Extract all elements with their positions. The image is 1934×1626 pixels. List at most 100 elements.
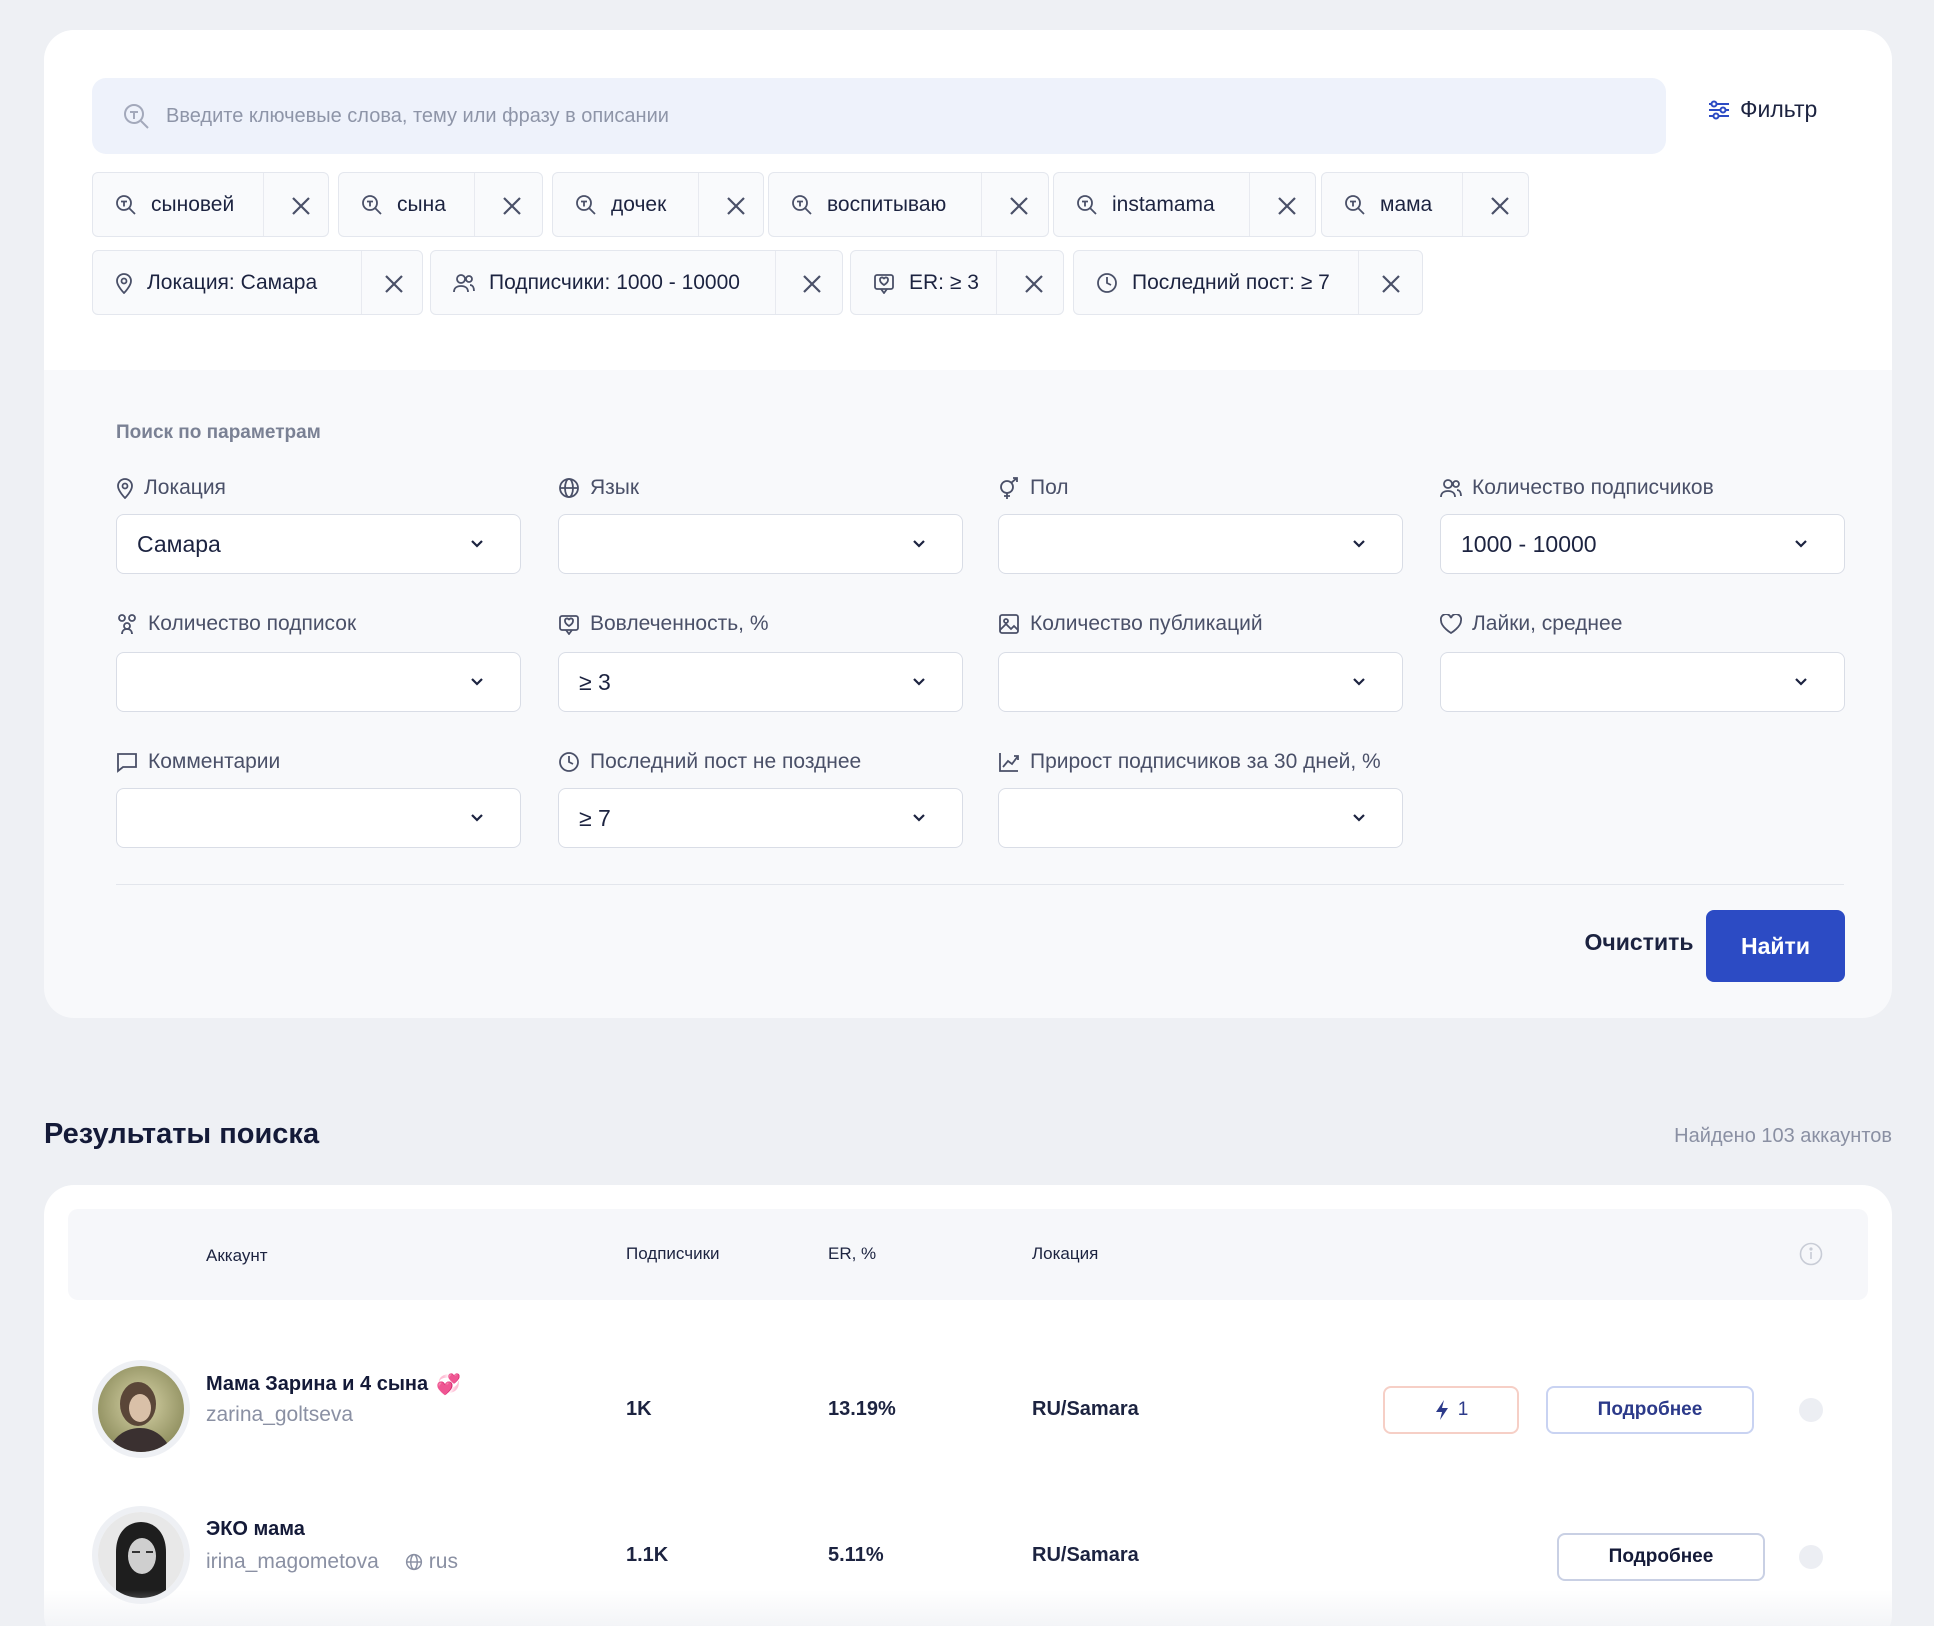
column-header-er[interactable]: ER, %	[828, 1244, 876, 1264]
gender-select[interactable]	[998, 514, 1403, 574]
search-placeholder: Введите ключевые слова, тему или фразу в…	[166, 104, 669, 127]
field-label-posts: Количество публикаций	[998, 612, 1263, 636]
keyword-chip: мама	[1321, 172, 1529, 237]
field-label-followers: Количество подписчиков	[1440, 476, 1714, 500]
chevron-down-icon	[1352, 677, 1366, 686]
keyword-chip: сыновей	[92, 172, 329, 237]
close-icon[interactable]	[1008, 195, 1030, 217]
globe-icon	[405, 1553, 423, 1571]
likes-select[interactable]	[1440, 652, 1845, 712]
field-label-location: Локация	[116, 476, 226, 500]
field-label-text: Лайки, среднее	[1472, 612, 1623, 635]
followers-chip: Подписчики: 1000 - 10000	[430, 250, 843, 315]
engagement-select[interactable]: ≥ 3	[558, 652, 963, 712]
globe-icon	[558, 477, 580, 499]
location-pin-icon	[115, 272, 133, 294]
clock-icon	[558, 751, 580, 773]
close-icon[interactable]	[290, 195, 312, 217]
scroll-fade	[0, 1590, 1934, 1626]
add-icon[interactable]	[1799, 1398, 1823, 1422]
growth-select[interactable]	[998, 788, 1403, 848]
add-icon[interactable]	[1799, 1545, 1823, 1569]
keyword-chip-label: instamama	[1112, 192, 1215, 216]
last-post-select[interactable]: ≥ 7	[558, 788, 963, 848]
close-icon[interactable]	[501, 195, 523, 217]
chip-divider	[474, 173, 475, 236]
close-icon[interactable]	[801, 273, 823, 295]
account-username: zarina_goltseva	[206, 1403, 354, 1426]
lightning-icon	[1434, 1399, 1450, 1421]
select-value: ≥ 3	[579, 668, 611, 695]
chip-divider	[981, 173, 982, 236]
field-label-text: Локация	[144, 476, 226, 499]
avatar[interactable]	[98, 1366, 184, 1452]
keyword-search-icon	[1076, 194, 1098, 216]
column-header-account[interactable]: Аккаунт	[206, 1246, 268, 1266]
close-icon[interactable]	[1380, 273, 1402, 295]
account-name[interactable]: Мама Зарина и 4 сына 💞	[206, 1372, 461, 1397]
params-divider	[116, 884, 1844, 885]
close-icon[interactable]	[725, 195, 747, 217]
keyword-chip: воспитываю	[768, 172, 1049, 237]
more-button[interactable]: Подробнее	[1557, 1533, 1765, 1581]
chevron-down-icon	[912, 539, 926, 548]
field-label-engagement: Вовлеченность, %	[558, 612, 769, 636]
params-section-title: Поиск по параметрам	[116, 422, 321, 443]
chevron-down-icon	[1794, 539, 1808, 548]
location-value: RU/Samara	[1032, 1544, 1139, 1566]
keyword-chip: дочек	[552, 172, 764, 237]
keyword-chip: сына	[338, 172, 543, 237]
close-icon[interactable]	[1489, 195, 1511, 217]
select-value: 1000 - 10000	[1461, 530, 1597, 557]
more-button[interactable]: Подробнее	[1546, 1386, 1754, 1434]
chevron-down-icon	[1794, 677, 1808, 686]
users-icon	[1440, 478, 1462, 498]
activity-badge[interactable]: 1	[1383, 1386, 1519, 1434]
clock-icon	[1096, 272, 1118, 294]
search-input[interactable]: Введите ключевые слова, тему или фразу в…	[92, 78, 1666, 154]
clear-button[interactable]: Очистить	[1556, 910, 1722, 974]
avatar[interactable]	[98, 1512, 184, 1598]
column-header-followers[interactable]: Подписчики	[626, 1244, 720, 1264]
close-icon[interactable]	[1023, 273, 1045, 295]
find-button[interactable]: Найти	[1706, 910, 1845, 982]
location-select[interactable]: Самара	[116, 514, 521, 574]
chevron-down-icon	[912, 677, 926, 686]
comments-select[interactable]	[116, 788, 521, 848]
keyword-chip-label: дочек	[611, 192, 667, 216]
account-name-text: ЭКО мама	[206, 1518, 305, 1540]
gender-icon	[998, 476, 1020, 500]
keyword-search-icon	[361, 194, 383, 216]
image-icon	[998, 613, 1020, 635]
followers-select[interactable]: 1000 - 10000	[1440, 514, 1845, 574]
location-pin-icon	[116, 477, 134, 499]
hearts-emoji: 💞	[436, 1374, 462, 1396]
heart-icon	[1440, 614, 1462, 634]
chevron-down-icon	[912, 813, 926, 822]
column-header-location[interactable]: Локация	[1032, 1244, 1098, 1264]
language-select[interactable]	[558, 514, 963, 574]
filter-button[interactable]: Фильтр	[1708, 96, 1817, 123]
location-chip: Локация: Самара	[92, 250, 423, 315]
account-username: irina_magometova	[206, 1550, 379, 1573]
chip-divider	[698, 173, 699, 236]
field-label-text: Количество публикаций	[1030, 612, 1263, 635]
field-label-last-post: Последний пост не позднее	[558, 750, 861, 774]
field-label-language: Язык	[558, 476, 639, 500]
following-icon	[116, 613, 138, 635]
chip-divider	[775, 251, 776, 314]
location-value: RU/Samara	[1032, 1398, 1139, 1420]
er-value: 5.11%	[828, 1544, 884, 1566]
followers-value: 1.1K	[626, 1544, 669, 1566]
posts-select[interactable]	[998, 652, 1403, 712]
info-icon[interactable]	[1799, 1242, 1823, 1266]
users-icon	[453, 273, 475, 293]
growth-chart-icon	[998, 751, 1020, 773]
close-icon[interactable]	[383, 273, 405, 295]
account-name[interactable]: ЭКО мама	[206, 1518, 305, 1541]
keyword-chip-label: воспитываю	[827, 192, 947, 216]
chip-label: Локация: Самара	[147, 270, 318, 294]
close-icon[interactable]	[1276, 195, 1298, 217]
keyword-chip-label: мама	[1380, 192, 1433, 216]
following-select[interactable]	[116, 652, 521, 712]
